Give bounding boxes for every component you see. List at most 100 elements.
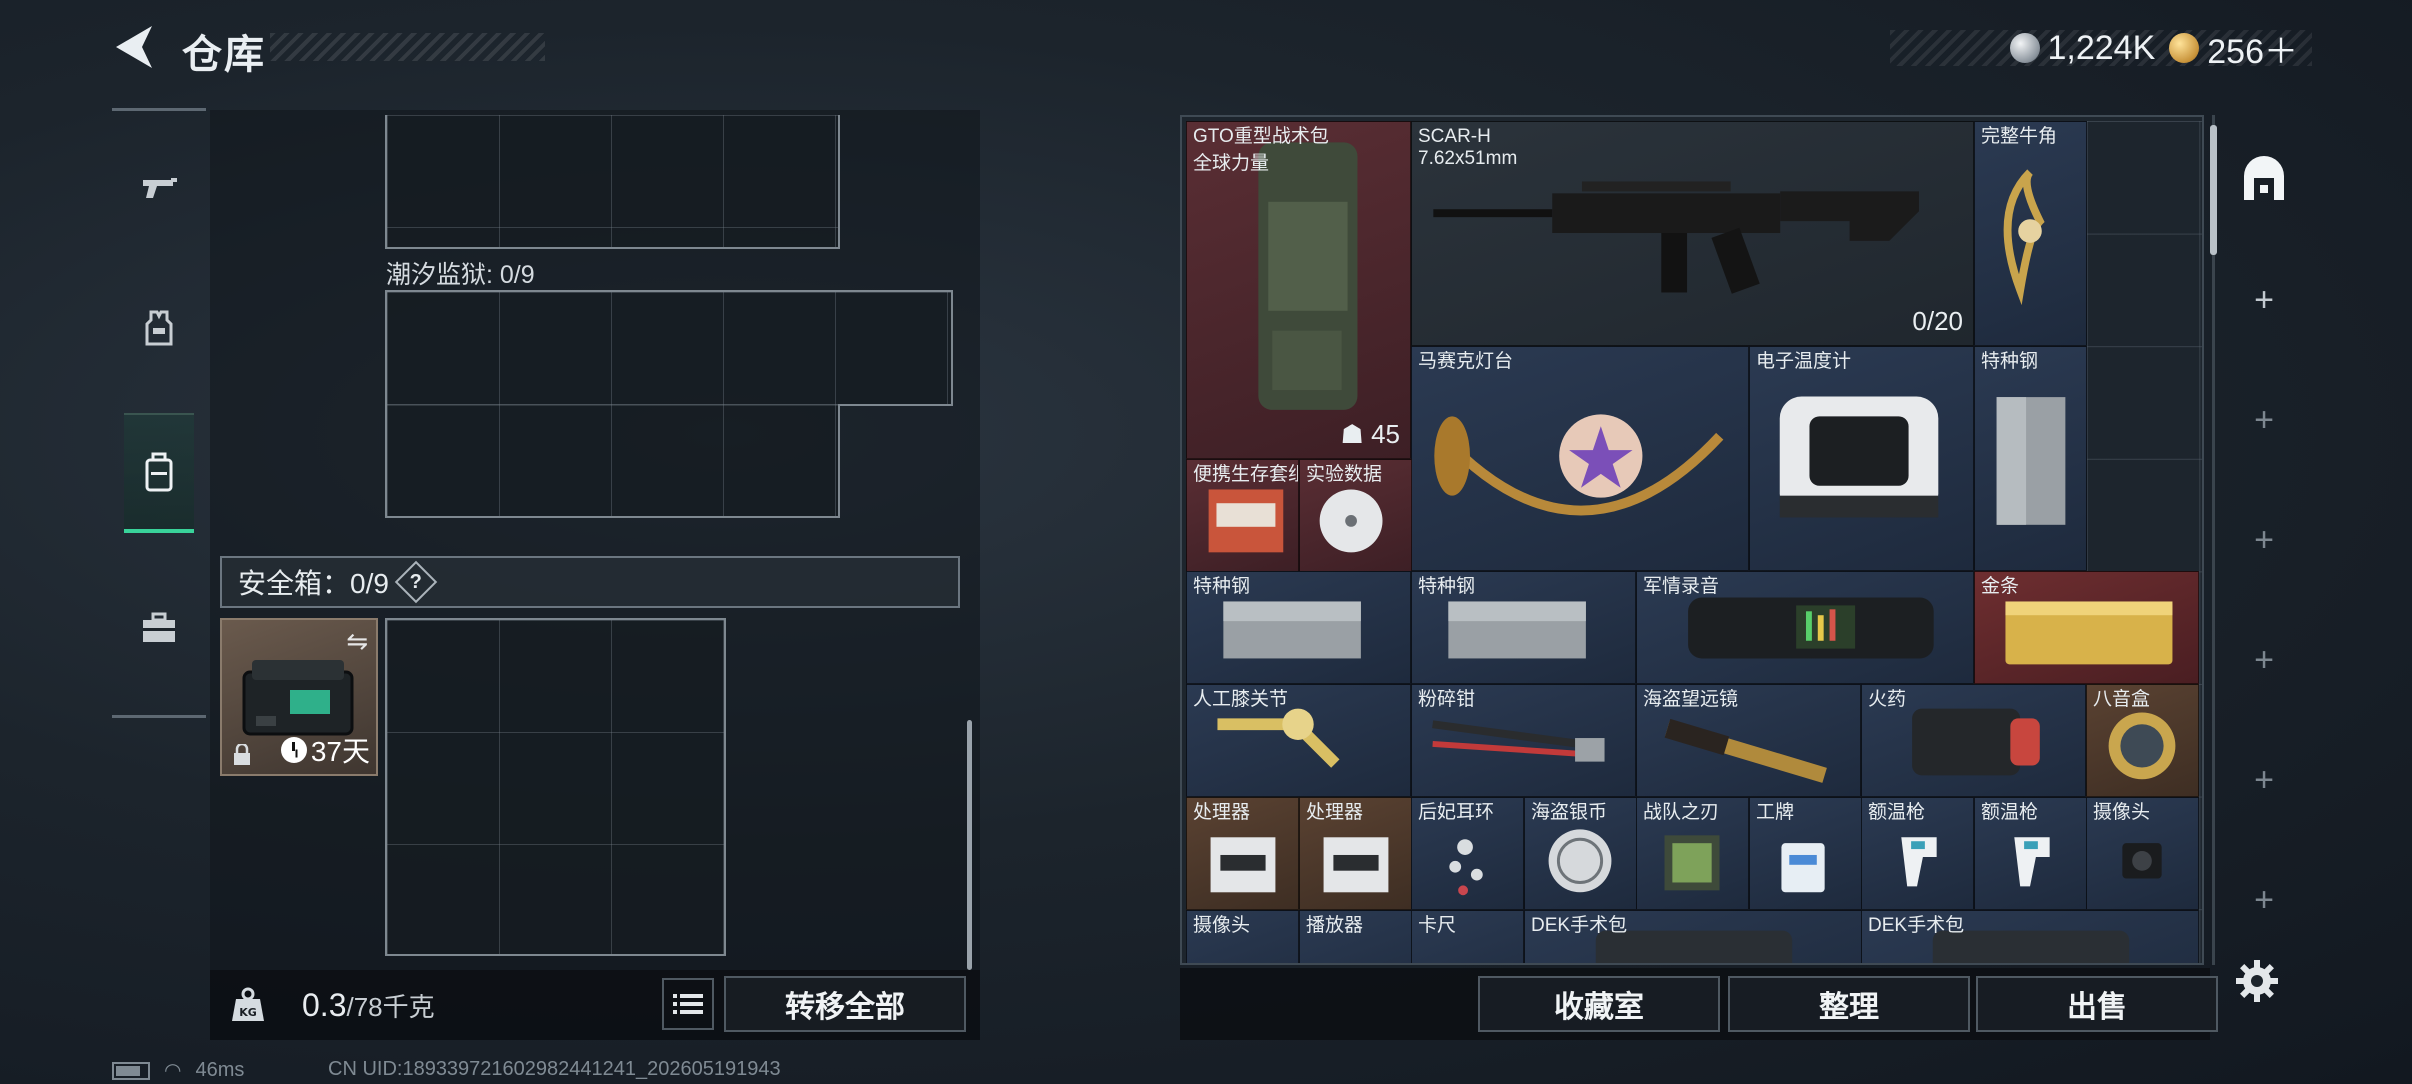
add-storage-tab[interactable]: +: [2234, 390, 2294, 450]
item-crusher-pliers[interactable]: 粉碎钳: [1411, 684, 1636, 797]
transfer-all-button[interactable]: 转移全部: [724, 976, 966, 1032]
item-mosaic-lamp[interactable]: 马赛克灯台: [1411, 346, 1749, 571]
inventory-panel: GTO重型战术包 全球力量 ☗ 45 SCAR-H 7.62x51mm 0/20…: [1180, 115, 2204, 965]
item-camera[interactable]: 摄像头: [2086, 797, 2199, 910]
add-storage-tab[interactable]: +: [2234, 870, 2294, 930]
item-pirate-telescope[interactable]: 海盗望远镜: [1636, 684, 1861, 797]
pistol-icon: [143, 178, 177, 198]
item-music-box[interactable]: 八音盒: [2086, 684, 2199, 797]
armor-vest-icon: [145, 310, 173, 346]
timer-text: 37天: [310, 736, 370, 767]
title-decoration: [270, 33, 545, 61]
battery-icon: [112, 1061, 150, 1080]
item-name: 金条: [1981, 576, 2020, 597]
item-player[interactable]: 播放器: [1299, 910, 1412, 963]
currency-bar: 1,224K 256＋: [1890, 29, 2312, 71]
add-storage-tab[interactable]: +: [2234, 750, 2294, 810]
ping-text: 46ms: [195, 1059, 245, 1081]
item-dek-surgical-kit[interactable]: DEK手术包: [1861, 910, 2199, 963]
status-footer: ◠ 46ms: [112, 1058, 244, 1083]
item-caliper[interactable]: 卡尺: [1411, 910, 1524, 963]
item-name: DEK手术包: [1531, 915, 1628, 936]
inventory-grid: GTO重型战术包 全球力量 ☗ 45 SCAR-H 7.62x51mm 0/20…: [1186, 121, 2202, 963]
organize-button[interactable]: 整理: [1728, 976, 1970, 1032]
list-view-button[interactable]: [662, 978, 714, 1030]
lock-icon: [234, 744, 250, 765]
currency-gold[interactable]: 256＋: [2169, 24, 2298, 73]
item-horn[interactable]: 完整牛角: [1974, 121, 2087, 346]
item-scar-h[interactable]: SCAR-H 7.62x51mm 0/20: [1411, 121, 1974, 346]
item-name: SCAR-H: [1418, 126, 1491, 147]
item-forehead-thermometer[interactable]: 额温枪: [1974, 797, 2087, 910]
add-storage-tab[interactable]: +: [2234, 630, 2294, 690]
add-storage-tab[interactable]: +: [2234, 270, 2294, 330]
item-processor[interactable]: 处理器: [1299, 797, 1412, 910]
item-intel-recording[interactable]: 军情录音: [1636, 571, 1974, 684]
item-gold-bar[interactable]: 金条: [1974, 571, 2199, 684]
tabs-scroll-thumb[interactable]: [2210, 125, 2217, 255]
item-special-steel[interactable]: 特种钢: [1411, 571, 1636, 684]
weight-readout: 0.3/78千克: [302, 987, 435, 1024]
plus-icon: +: [2254, 400, 2274, 439]
item-name: 特种钢: [1981, 351, 2039, 372]
currency-silver[interactable]: 1,224K: [2009, 29, 2155, 68]
container-grid-row1[interactable]: [385, 290, 953, 406]
safebox-item[interactable]: ⇋ 37天: [220, 618, 378, 776]
item-team-blade[interactable]: 战队之刃: [1636, 797, 1749, 910]
sell-button[interactable]: 出售: [1976, 976, 2218, 1032]
item-name: 八音盒: [2093, 689, 2151, 710]
item-gunpowder[interactable]: 火药: [1861, 684, 2086, 797]
item-name: 便携生存套组: [1193, 464, 1299, 485]
item-thermometer[interactable]: 电子温度计: [1749, 346, 1974, 571]
back-button[interactable]: [112, 24, 156, 70]
collection-room-button[interactable]: 收藏室: [1478, 976, 1720, 1032]
weight-value: 0.3: [302, 986, 347, 1023]
nav-backpack[interactable]: [124, 413, 194, 533]
list-icon: [673, 994, 703, 1014]
svg-text:KG: KG: [239, 1006, 257, 1019]
nav-weapons[interactable]: [124, 128, 194, 248]
settings-gear-icon[interactable]: [2234, 958, 2280, 1004]
steel-item-image: [1996, 397, 2066, 525]
item-forehead-thermometer[interactable]: 额温枪: [1861, 797, 1974, 910]
item-experiment-data[interactable]: 实验数据: [1299, 459, 1412, 572]
item-special-steel[interactable]: 特种钢: [1974, 346, 2087, 571]
item-survival-kit[interactable]: 便携生存套组: [1186, 459, 1299, 572]
item-name: 处理器: [1306, 802, 1364, 823]
plus-icon: +: [2254, 880, 2274, 919]
item-name: 火药: [1868, 689, 1907, 710]
item-name: 额温枪: [1981, 802, 2039, 823]
plus-icon: +: [2254, 760, 2274, 799]
safebox-label: 安全箱：0/9: [238, 568, 389, 599]
user-uid: CN UID:18933972160298244124​1_2026051919…: [328, 1058, 781, 1080]
container-grid-row2[interactable]: [385, 404, 840, 518]
item-name: 军情录音: [1643, 576, 1720, 597]
add-storage-tab[interactable]: +: [2234, 510, 2294, 570]
item-name: 后妃耳环: [1418, 802, 1495, 823]
item-knee-joint[interactable]: 人工膝关节: [1186, 684, 1411, 797]
safebox-grid[interactable]: [385, 618, 726, 956]
item-processor[interactable]: 处理器: [1186, 797, 1299, 910]
container-scrollbar[interactable]: [967, 720, 972, 970]
storage-tab-main[interactable]: [2234, 150, 2294, 210]
item-camera[interactable]: 摄像头: [1186, 910, 1299, 963]
item-name: 完整牛角: [1981, 126, 2058, 147]
container-grid-top[interactable]: [385, 115, 840, 249]
item-name: 海盗望远镜: [1643, 689, 1739, 710]
item-dek-surgical-kit[interactable]: DEK手术包: [1524, 910, 1862, 963]
item-subtitle: 7.62x51mm: [1418, 148, 1518, 169]
plus-icon: +: [2254, 520, 2274, 559]
storage-tabs: + + + + + +: [2210, 115, 2304, 965]
swap-icon[interactable]: ⇋: [346, 626, 368, 657]
nav-medical[interactable]: [124, 568, 194, 688]
help-icon[interactable]: ?: [394, 560, 438, 604]
item-pirate-coin[interactable]: 海盗银币: [1524, 797, 1637, 910]
item-earring[interactable]: 后妃耳环: [1411, 797, 1524, 910]
item-subtitle: 全球力量: [1193, 153, 1270, 174]
item-name: 处理器: [1193, 802, 1251, 823]
item-backpack[interactable]: GTO重型战术包 全球力量 ☗ 45: [1186, 121, 1411, 459]
nav-equipment[interactable]: [124, 268, 194, 388]
plus-icon: +: [2254, 640, 2274, 679]
item-badge[interactable]: 工牌: [1749, 797, 1862, 910]
item-special-steel[interactable]: 特种钢: [1186, 571, 1411, 684]
